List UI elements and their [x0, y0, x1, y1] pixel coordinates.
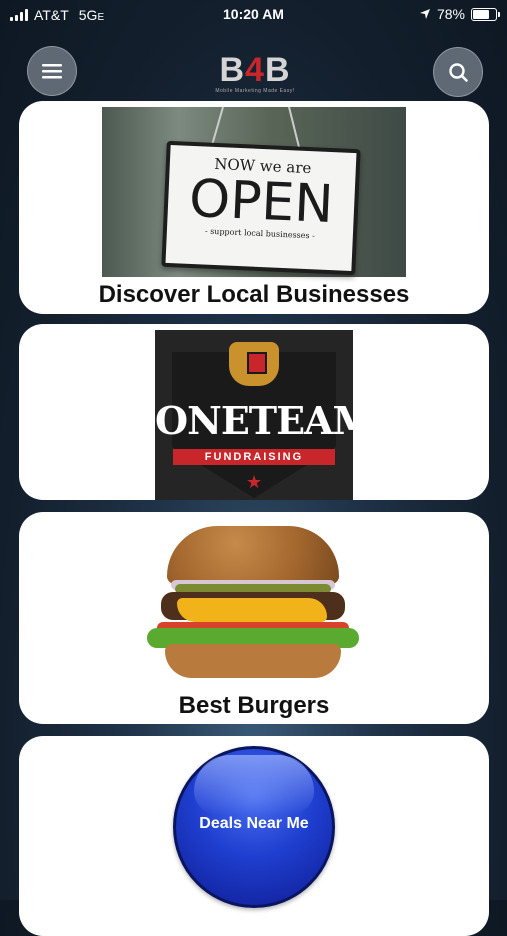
b4b-logo: B4B Mobile Marketing Made Easy! [200, 52, 310, 100]
card-title: Discover Local Businesses [98, 281, 410, 308]
open-sign: NOW we are OPEN - support local business… [161, 140, 361, 276]
card-oneteam-fundraising[interactable]: ONETEAM FUNDRAISING ★ [19, 324, 489, 500]
location-arrow-icon [419, 9, 430, 19]
search-button[interactable] [433, 47, 483, 97]
burger-image [147, 522, 359, 682]
oneteam-logo: ONETEAM FUNDRAISING ★ [155, 330, 353, 500]
deals-near-me-button[interactable]: Deals Near Me [173, 746, 335, 908]
battery-percent: 78% [436, 6, 465, 22]
card-deals-near-me[interactable]: Deals Near Me [19, 736, 489, 936]
open-sign-image: NOW we are OPEN - support local business… [102, 106, 406, 277]
card-best-burgers[interactable]: Best Burgers [19, 512, 489, 724]
battery-icon [471, 7, 500, 21]
card-discover-local-businesses[interactable]: NOW we are OPEN - support local business… [19, 101, 489, 314]
logo-subtitle: Mobile Marketing Made Easy! [215, 88, 295, 94]
logo-wordmark: B4B [219, 51, 291, 89]
deals-near-me-label: Deals Near Me [199, 815, 309, 832]
menu-button[interactable] [27, 46, 77, 96]
card-title: Best Burgers [178, 692, 330, 719]
star-icon: ★ [246, 472, 263, 492]
search-icon [449, 63, 468, 82]
hamburger-icon [42, 64, 62, 79]
status-right: 78% [419, 6, 500, 22]
status-bar: AT&T 5GE 10:20 AM 78% [0, 0, 507, 30]
